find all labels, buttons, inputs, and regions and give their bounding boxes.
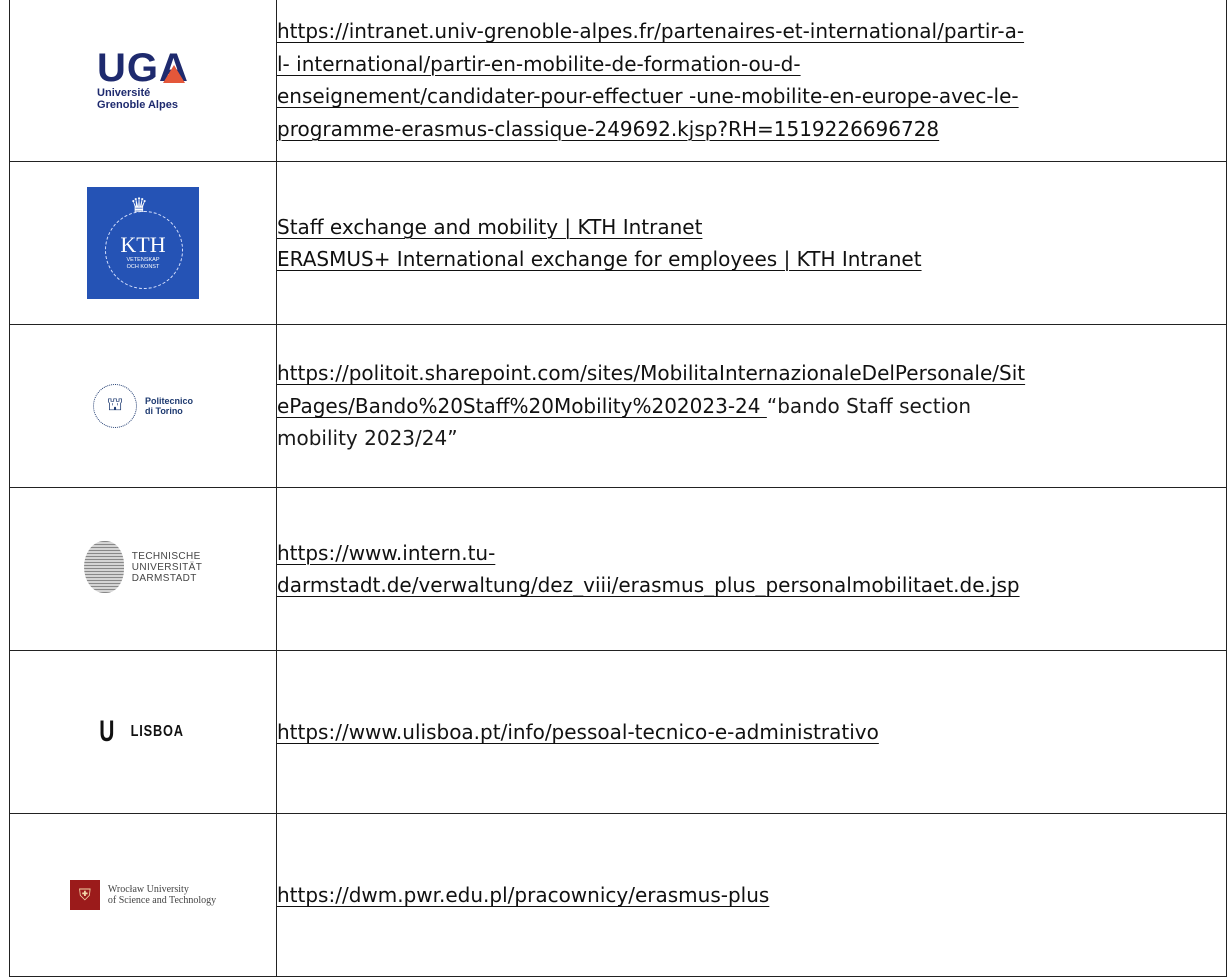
link-line[interactable]: ePages/Bando%20Staff%20Mobility%202023-2… — [277, 394, 767, 418]
link-line[interactable]: https://www.intern.tu- — [277, 541, 495, 565]
link-pwr[interactable]: https://dwm.pwr.edu.pl/pracownicy/erasmu… — [277, 883, 769, 907]
link-cell: https://dwm.pwr.edu.pl/pracownicy/erasmu… — [276, 813, 1227, 977]
table-row: U LISBOA https://www.ulisboa.pt/info/pes… — [9, 650, 1227, 814]
link-cell: Staff exchange and mobility | KTH Intran… — [276, 161, 1227, 325]
table-row: ⛨ Wrocław University of Science and Techn… — [9, 813, 1227, 977]
table-row: ♛ KTH VETENSKAP OCH KONST Staff exchange … — [9, 161, 1227, 325]
link-cell: https://intranet.univ-grenoble-alpes.fr/… — [276, 0, 1227, 162]
link-line[interactable]: https://intranet.univ-grenoble-alpes.fr/… — [277, 19, 1024, 43]
kth-logo-icon: ♛ KTH VETENSKAP OCH KONST — [87, 187, 199, 299]
university-links-table: UGA Université Grenoble Alpes https://in… — [9, 0, 1227, 977]
link-cell: https://www.ulisboa.pt/info/pessoal-tecn… — [276, 650, 1227, 814]
ulisboa-logo-icon: U LISBOA — [99, 715, 184, 748]
link-cell: https://politoit.sharepoint.com/sites/Mo… — [276, 324, 1227, 488]
tu-darmstadt-logo-icon: TECHNISCHE UNIVERSITÄT DARMSTADT — [83, 541, 203, 593]
link-line[interactable]: https://politoit.sharepoint.com/sites/Mo… — [277, 361, 1025, 385]
logo-cell: ⛫ Politecnico di Torino — [9, 324, 277, 488]
uga-logo-icon: UGA Université Grenoble Alpes — [97, 45, 189, 111]
table-row: ⛫ Politecnico di Torino https://politoit.… — [9, 324, 1227, 488]
link-erasmus-exchange[interactable]: ERASMUS+ International exchange for empl… — [277, 247, 922, 271]
link-cell: https://www.intern.tu- darmstadt.de/verw… — [276, 487, 1227, 651]
table-row: TECHNISCHE UNIVERSITÄT DARMSTADT https://w… — [9, 487, 1227, 651]
link-line[interactable]: l- international/partir-en-mobilite-de-f… — [277, 52, 801, 76]
logo-cell: UGA Université Grenoble Alpes — [9, 0, 277, 162]
logo-cell: ⛨ Wrocław University of Science and Techn… — [9, 813, 277, 977]
politecnico-torino-logo-icon: ⛫ Politecnico di Torino — [92, 384, 193, 428]
link-line[interactable]: programme-erasmus-classique-249692.kjsp?… — [277, 117, 939, 141]
logo-cell: TECHNISCHE UNIVERSITÄT DARMSTADT — [9, 487, 277, 651]
table-row: UGA Université Grenoble Alpes https://in… — [9, 0, 1227, 162]
logo-cell: ♛ KTH VETENSKAP OCH KONST — [9, 161, 277, 325]
link-description: “bando Staff section — [766, 393, 972, 418]
logo-cell: U LISBOA — [9, 650, 277, 814]
link-ulisboa[interactable]: https://www.ulisboa.pt/info/pessoal-tecn… — [277, 720, 879, 744]
link-description: mobility 2023/24” — [277, 426, 458, 451]
link-line[interactable]: darmstadt.de/verwaltung/dez_viii/erasmus… — [277, 573, 1020, 597]
link-line[interactable]: enseignement/candidater-pour-effectuer -… — [277, 84, 1019, 108]
link-staff-exchange[interactable]: Staff exchange and mobility | KTH Intran… — [277, 215, 702, 239]
wroclaw-university-logo-icon: ⛨ Wrocław University of Science and Techn… — [69, 880, 216, 910]
